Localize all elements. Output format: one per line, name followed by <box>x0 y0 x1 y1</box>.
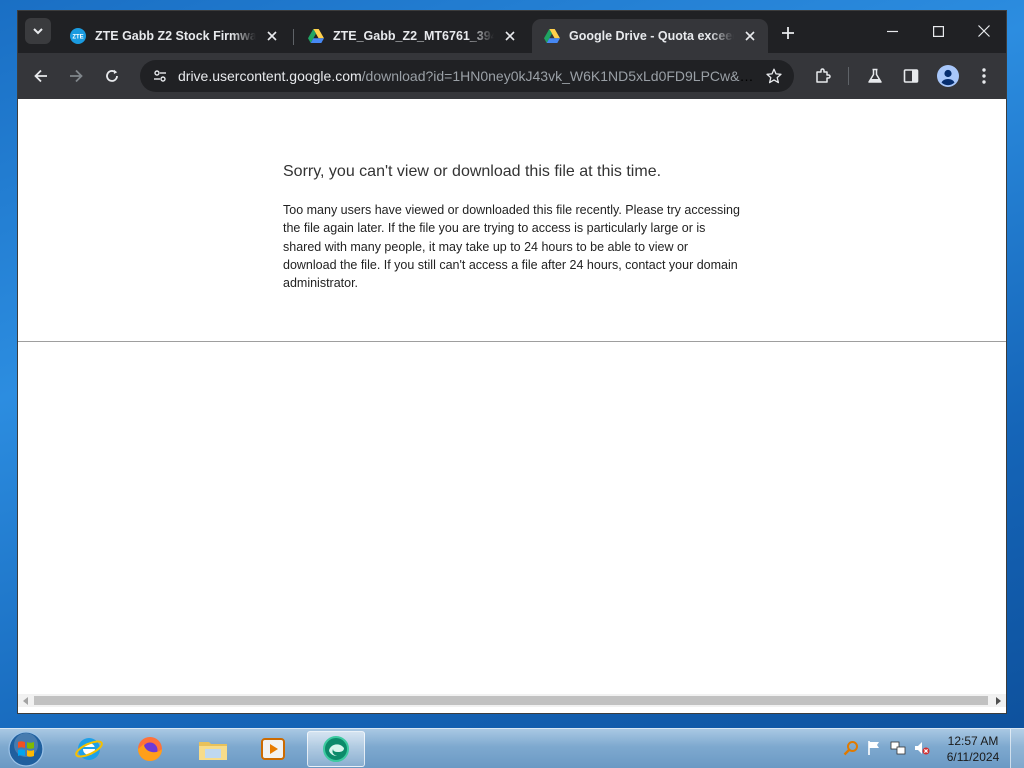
flask-icon <box>868 68 882 83</box>
system-clock[interactable]: 12:57 AM 6/11/2024 <box>938 733 1008 765</box>
address-bar[interactable]: drive.usercontent.google.com/download?id… <box>140 60 794 92</box>
arrow-left-icon <box>34 69 47 83</box>
window-close-button[interactable] <box>962 17 1006 45</box>
profile-button[interactable] <box>934 62 962 90</box>
taskbar-file-explorer[interactable] <box>184 731 242 767</box>
scroll-right-icon[interactable] <box>991 694 1005 707</box>
back-button[interactable] <box>27 62 55 90</box>
url-path: /download?id=1HN0ney0kJ43vk_W6K1ND5xLd0F… <box>361 68 760 84</box>
tab-drive-file[interactable]: ZTE_Gabb_Z2_MT6761_394760 <box>296 19 528 53</box>
action-center-flag-icon[interactable] <box>865 739 883 757</box>
google-drive-icon <box>544 28 560 44</box>
scrollbar-thumb[interactable] <box>34 696 988 705</box>
taskbar-firefox[interactable] <box>121 731 179 767</box>
scroll-left-icon[interactable] <box>19 694 33 707</box>
close-icon[interactable] <box>502 28 518 44</box>
firefox-icon <box>138 737 162 761</box>
minimize-button[interactable] <box>870 17 914 45</box>
search-tray-icon[interactable] <box>842 739 860 757</box>
close-icon <box>978 25 990 37</box>
reload-icon <box>106 69 118 82</box>
menu-button[interactable] <box>970 62 998 90</box>
forward-button[interactable] <box>62 62 90 90</box>
horizontal-scrollbar[interactable] <box>18 694 1006 707</box>
minimize-icon <box>886 30 898 32</box>
labs-button[interactable] <box>861 62 889 90</box>
error-message: Sorry, you can't view or download this f… <box>283 163 743 292</box>
more-vert-icon <box>982 68 986 84</box>
taskbar: 12:57 AM 6/11/2024 <box>0 728 1024 768</box>
file-explorer-icon <box>199 742 227 760</box>
tab-title: ZTE_Gabb_Z2_MT6761_394760 <box>333 29 494 43</box>
tab-title: Google Drive - Quota exceeded <box>569 29 734 43</box>
tab-title: ZTE Gabb Z2 Stock Firmware R <box>95 29 256 43</box>
taskbar-media-player[interactable] <box>244 731 302 767</box>
side-panel-icon <box>903 69 919 83</box>
close-icon[interactable] <box>742 28 758 44</box>
new-tab-button[interactable] <box>776 21 800 45</box>
tab-separator <box>293 29 294 45</box>
taskbar-internet-explorer[interactable] <box>60 731 118 767</box>
browser-window: ZTE ZTE Gabb Z2 Stock Firmware R ZTE_Gab… <box>17 10 1007 714</box>
plus-icon <box>782 27 794 39</box>
media-player-icon <box>261 738 285 760</box>
avatar-icon <box>937 65 959 87</box>
bookmark-star-icon[interactable] <box>760 62 788 90</box>
site-settings-icon[interactable] <box>146 62 174 90</box>
chevron-down-icon <box>33 28 43 35</box>
toolbar-separator <box>848 67 849 85</box>
side-panel-button[interactable] <box>897 62 925 90</box>
google-drive-icon <box>308 28 324 44</box>
url-text[interactable]: drive.usercontent.google.com/download?id… <box>178 68 760 84</box>
error-heading: Sorry, you can't view or download this f… <box>283 163 662 180</box>
zte-icon: ZTE <box>70 28 86 44</box>
reload-button[interactable] <box>98 62 126 90</box>
browser-toolbar: drive.usercontent.google.com/download?id… <box>18 53 1006 99</box>
svg-text:ZTE: ZTE <box>72 35 83 41</box>
clock-date: 6/11/2024 <box>946 750 1000 764</box>
divider <box>18 341 1006 342</box>
network-icon[interactable] <box>889 739 907 757</box>
clock-time: 12:57 AM <box>947 734 999 748</box>
arrow-right-icon <box>70 69 83 83</box>
page-viewport: Sorry, you can't view or download this f… <box>18 99 1006 713</box>
internet-explorer-icon <box>75 738 103 760</box>
volume-muted-icon[interactable] <box>913 739 931 757</box>
url-host: drive.usercontent.google.com <box>178 68 362 84</box>
maximize-button[interactable] <box>916 17 960 45</box>
close-icon[interactable] <box>264 28 280 44</box>
tab-strip: ZTE ZTE Gabb Z2 Stock Firmware R ZTE_Gab… <box>18 11 1006 53</box>
start-button[interactable] <box>6 730 46 768</box>
taskbar-edge-browser[interactable] <box>307 731 365 767</box>
puzzle-icon <box>816 68 831 83</box>
windows-logo-icon <box>8 731 44 767</box>
tab-zte-firmware[interactable]: ZTE ZTE Gabb Z2 Stock Firmware R <box>58 19 290 53</box>
tab-quota-exceeded[interactable]: Google Drive - Quota exceeded <box>532 19 768 53</box>
extensions-button[interactable] <box>809 62 837 90</box>
error-body: Too many users have viewed or downloaded… <box>283 203 740 291</box>
edge-browser-icon <box>323 736 349 762</box>
tab-search-button[interactable] <box>25 18 51 44</box>
show-desktop-button[interactable] <box>1010 729 1024 768</box>
maximize-icon <box>932 25 944 37</box>
